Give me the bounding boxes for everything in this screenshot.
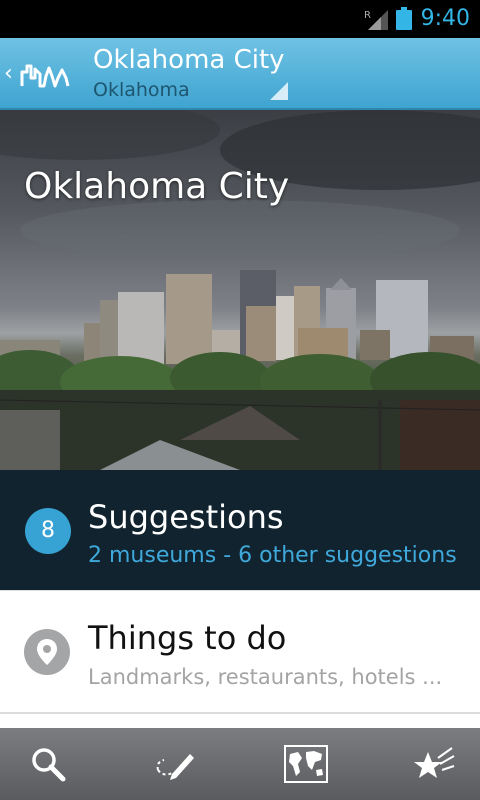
search-icon — [32, 748, 66, 782]
action-bar: ‹ Oklahoma City Oklahoma — [0, 38, 480, 110]
map-button[interactable] — [276, 740, 332, 788]
city-photo: Oklahoma City — [0, 110, 480, 470]
notes-button[interactable] — [146, 740, 202, 788]
location-pin-badge — [24, 629, 70, 675]
battery-icon — [396, 7, 412, 30]
status-bar: R 9:40 — [0, 0, 480, 38]
location-pin-icon — [37, 639, 57, 665]
favorites-button[interactable] — [404, 740, 460, 788]
hero-title: Oklahoma City — [24, 166, 290, 207]
city-skyline-photo — [0, 110, 480, 470]
up-chevron-icon[interactable]: ‹ — [4, 62, 13, 86]
notes-pencil-icon — [156, 754, 194, 780]
dropdown-triangle-icon[interactable] — [270, 82, 288, 100]
search-button[interactable] — [20, 740, 76, 788]
signal-icon: R — [364, 10, 388, 30]
state-subtitle[interactable]: Oklahoma — [93, 78, 190, 102]
things-to-do-row[interactable]: Things to do Landmarks, restaurants, hot… — [0, 590, 480, 714]
suggestions-subtitle: 2 museums - 6 other suggestions — [88, 543, 457, 568]
suggestions-title: Suggestions — [88, 498, 284, 536]
things-to-do-subtitle: Landmarks, restaurants, hotels ... — [88, 665, 443, 689]
world-map-icon — [284, 745, 328, 783]
city-skyline-logo-icon[interactable] — [20, 60, 70, 90]
roaming-indicator: R — [364, 10, 371, 21]
suggestions-row[interactable]: 8 Suggestions 2 museums - 6 other sugges… — [0, 470, 480, 590]
status-time: 9:40 — [420, 6, 470, 31]
suggestions-count-badge: 8 — [25, 508, 71, 554]
things-to-do-title: Things to do — [88, 619, 287, 657]
city-title[interactable]: Oklahoma City — [93, 44, 285, 76]
favorites-stars-icon — [414, 747, 455, 778]
bottom-toolbar — [0, 728, 480, 800]
